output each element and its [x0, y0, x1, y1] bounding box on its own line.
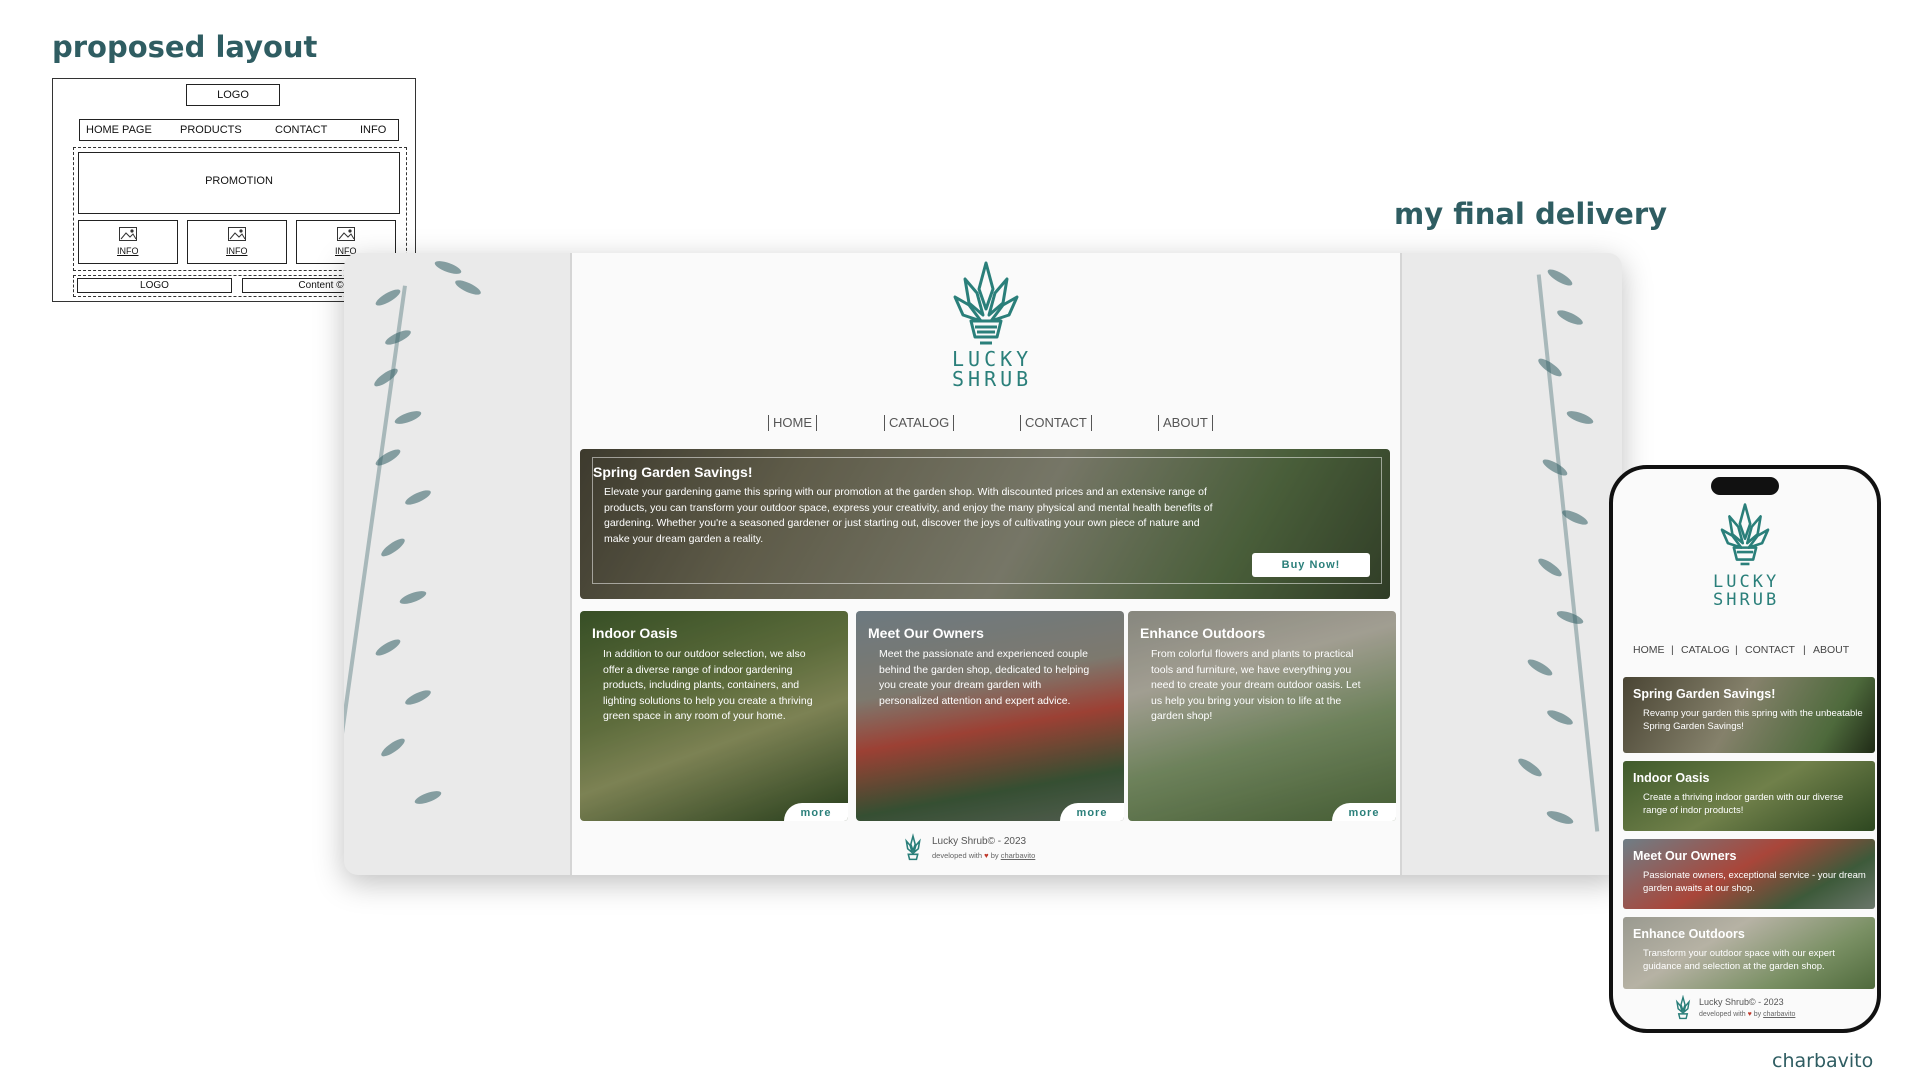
card-title: Meet Our Owners: [1633, 849, 1737, 863]
shrub-logo-icon: [905, 833, 921, 861]
wireframe-nav-item: HOME PAGE: [86, 124, 152, 136]
nav-catalog[interactable]: CATALOG: [884, 415, 955, 431]
card-title: Enhance Outdoors: [1633, 927, 1745, 941]
footer-dev-prefix: developed with: [932, 851, 983, 860]
desktop-mockup: LUCKY SHRUB HOME CATALOG CONTACT ABOUT S…: [344, 253, 1622, 875]
nav-about[interactable]: ABOUT: [1813, 644, 1849, 656]
card-title: Spring Garden Savings!: [1633, 687, 1776, 701]
more-button[interactable]: more: [784, 803, 848, 821]
image-placeholder-icon: [228, 227, 246, 241]
leaf-decoration-right: [1396, 253, 1622, 875]
nav-home[interactable]: HOME: [768, 415, 817, 431]
leaf-decoration-left: [344, 253, 570, 875]
promotion-banner: Spring Garden Savings! Elevate your gard…: [580, 449, 1390, 599]
shrub-logo-icon[interactable]: [951, 259, 1021, 349]
wireframe-footer-content-label: Content ©: [298, 280, 344, 291]
mobile-mockup: LUCKY SHRUB HOME | CATALOG | CONTACT | A…: [1609, 465, 1881, 1033]
nav-separator: |: [1735, 644, 1738, 656]
proposed-layout-heading: proposed layout: [52, 30, 318, 64]
final-delivery-heading: my final delivery: [1394, 197, 1668, 231]
wireframe-promotion-label: PROMOTION: [205, 175, 273, 187]
nav-separator: |: [1803, 644, 1806, 656]
brand-name-line1: LUCKY: [952, 347, 1033, 371]
footer-credit: developed with ♥ by charbavito: [1699, 1011, 1795, 1018]
nav-contact[interactable]: CONTACT: [1745, 644, 1795, 656]
author-signature: charbavito: [1772, 1050, 1874, 1072]
nav-home[interactable]: HOME: [1633, 644, 1665, 656]
footer-copyright: Lucky Shrub© - 2023: [932, 836, 1027, 847]
wireframe-nav-item: PRODUCTS: [180, 124, 242, 136]
card-title: Indoor Oasis: [1633, 771, 1710, 785]
footer-author-link[interactable]: charbavito: [1763, 1011, 1795, 1018]
footer-dev-prefix: developed with: [1699, 1011, 1746, 1018]
promo-title: Spring Garden Savings!: [593, 464, 753, 480]
mobile-card-enhance-outdoors[interactable]: Enhance Outdoors Transform your outdoor …: [1623, 917, 1875, 989]
brand-name-line1: LUCKY: [1713, 572, 1780, 592]
card-indoor-oasis[interactable]: Indoor Oasis In addition to our outdoor …: [580, 611, 848, 821]
nav-separator: |: [1671, 644, 1674, 656]
nav-about[interactable]: ABOUT: [1158, 415, 1213, 431]
footer-copyright: Lucky Shrub© - 2023: [1699, 997, 1784, 1007]
brand-name-line2: SHRUB: [1713, 590, 1780, 610]
card-text: From colorful flowers and plants to prac…: [1151, 648, 1361, 722]
footer-author-link[interactable]: charbavito: [1001, 851, 1036, 860]
mobile-card-meet-owners[interactable]: Meet Our Owners Passionate owners, excep…: [1623, 839, 1875, 909]
website-page: LUCKY SHRUB HOME CATALOG CONTACT ABOUT S…: [570, 253, 1402, 875]
card-text: In addition to our outdoor selection, we…: [603, 648, 813, 722]
image-placeholder-icon: [119, 227, 137, 241]
mobile-card-indoor-oasis[interactable]: Indoor Oasis Create a thriving indoor ga…: [1623, 761, 1875, 831]
wireframe-promotion-box: PROMOTION: [78, 152, 400, 214]
shrub-logo-icon[interactable]: [1719, 501, 1771, 569]
wireframe-logo-label: LOGO: [217, 89, 249, 101]
mobile-card-spring-savings[interactable]: Spring Garden Savings! Revamp your garde…: [1623, 677, 1875, 753]
wireframe-info-box: INFO: [78, 220, 178, 264]
wireframe-nav-bar: HOME PAGE PRODUCTS CONTACT INFO: [79, 119, 399, 141]
wireframe-nav-item: INFO: [360, 124, 387, 136]
wireframe-info-box: INFO: [187, 220, 287, 264]
more-button[interactable]: more: [1332, 803, 1396, 821]
more-button[interactable]: more: [1060, 803, 1124, 821]
wireframe-footer-logo: LOGO: [77, 278, 232, 293]
wireframe-logo-box: LOGO: [186, 84, 280, 106]
heart-icon: ♥: [984, 851, 989, 860]
phone-notch: [1711, 477, 1779, 495]
wireframe-info-label: INFO: [226, 246, 248, 256]
card-title: Indoor Oasis: [592, 625, 678, 641]
footer-dev-by: by: [1753, 1011, 1762, 1018]
wireframe-footer-logo-label: LOGO: [140, 280, 169, 291]
nav-contact[interactable]: CONTACT: [1020, 415, 1092, 431]
wireframe-info-label: INFO: [117, 246, 139, 256]
footer-credit: developed with ♥ by charbavito: [932, 851, 1035, 860]
site-footer: Lucky Shrub© - 2023 developed with ♥ by …: [902, 833, 1102, 867]
shrub-logo-icon: [1675, 995, 1691, 1020]
buy-now-button[interactable]: Buy Now!: [1252, 553, 1370, 577]
card-text: Meet the passionate and experienced coup…: [879, 648, 1090, 707]
heart-icon: ♥: [1747, 1011, 1752, 1018]
nav-catalog[interactable]: CATALOG: [1681, 644, 1730, 656]
card-text: Transform your outdoor space with our ex…: [1643, 948, 1835, 972]
card-text: Revamp your garden this spring with the …: [1643, 708, 1863, 732]
card-text: Passionate owners, exceptional service -…: [1643, 870, 1866, 894]
promo-text: Elevate your gardening game this spring …: [604, 486, 1213, 545]
card-enhance-outdoors[interactable]: Enhance Outdoors From colorful flowers a…: [1128, 611, 1396, 821]
footer-dev-by: by: [990, 851, 999, 860]
wireframe-nav-item: CONTACT: [275, 124, 328, 136]
site-footer: Lucky Shrub© - 2023 developed with ♥ by …: [1673, 995, 1853, 1025]
card-text: Create a thriving indoor garden with our…: [1643, 792, 1844, 816]
brand-name-line2: SHRUB: [952, 367, 1033, 391]
card-title: Enhance Outdoors: [1140, 625, 1266, 641]
image-placeholder-icon: [337, 227, 355, 241]
card-meet-owners[interactable]: Meet Our Owners Meet the passionate and …: [856, 611, 1124, 821]
card-title: Meet Our Owners: [868, 625, 984, 641]
